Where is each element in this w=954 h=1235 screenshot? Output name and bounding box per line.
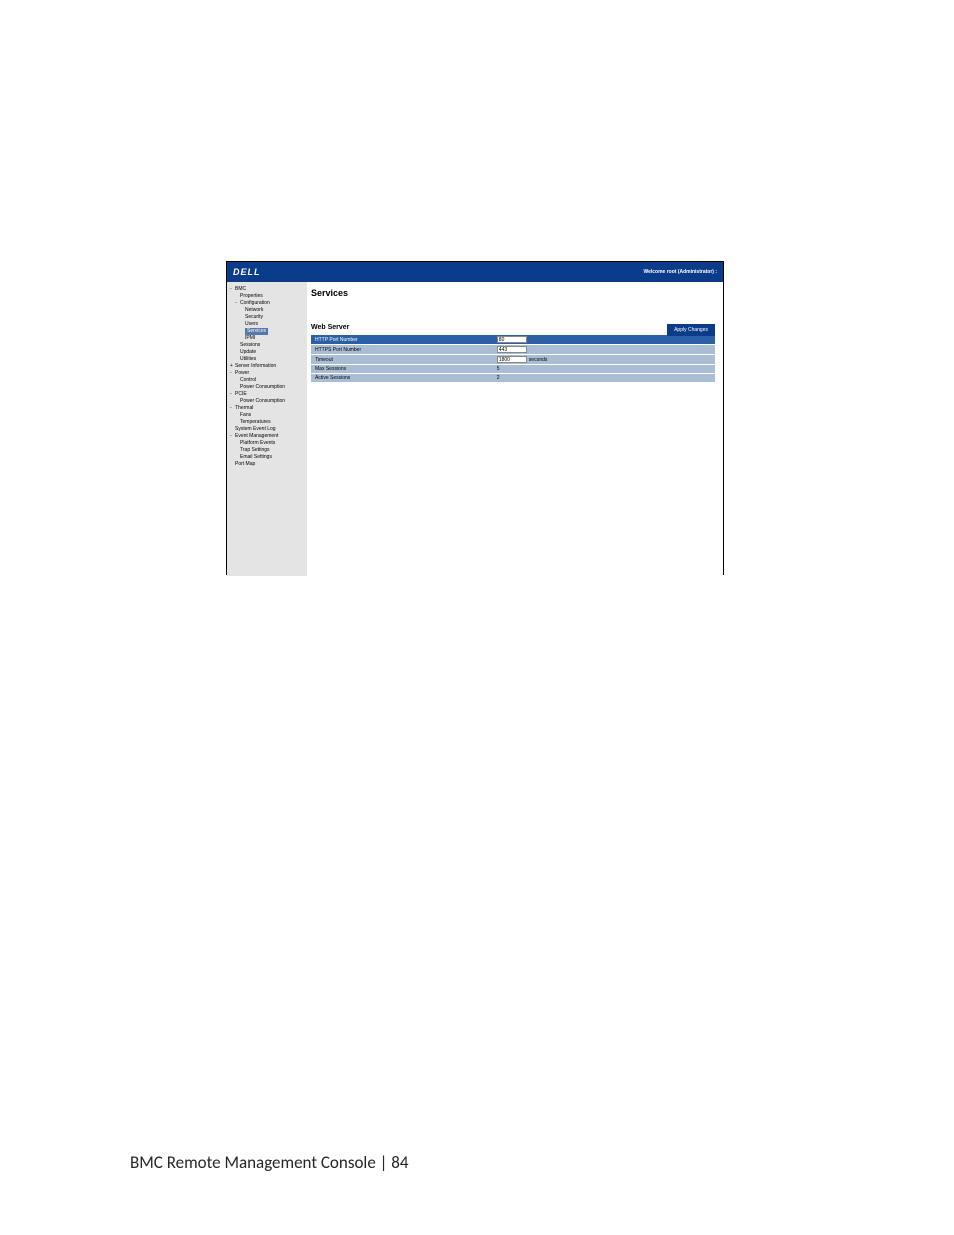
timeout-input[interactable] — [497, 356, 527, 363]
sidebar-item-label: System Event Log — [235, 426, 276, 432]
sidebar-item-email-settings[interactable]: Email Settings — [235, 454, 304, 461]
sidebar-item-label: Security — [245, 314, 263, 320]
sidebar-item-label: Power Consumption — [240, 398, 285, 404]
row-value: seconds — [493, 355, 715, 365]
main-content: Services Apply Changes Web Server HTTP P… — [307, 282, 723, 576]
http-port-number-input[interactable] — [497, 336, 527, 343]
sidebar-item-thermal[interactable]: -Thermal — [230, 405, 304, 412]
sidebar-item-label: Properties — [240, 293, 263, 299]
sidebar-item-label: Update — [240, 349, 256, 355]
row-value: 2 — [493, 374, 715, 383]
sidebar-item-utilities[interactable]: Utilities — [235, 356, 304, 363]
sidebar-item-label: Event Management — [235, 433, 278, 439]
sidebar-item-bmc[interactable]: -BMC — [230, 286, 304, 293]
sidebar-item-label: Platform Events — [240, 440, 275, 446]
sidebar-item-security[interactable]: Security — [240, 314, 304, 321]
sidebar-item-sessions[interactable]: Sessions — [235, 342, 304, 349]
row-label: Timeout — [311, 355, 493, 365]
table-row: Max Sessions5 — [311, 365, 715, 374]
sidebar-item-label: Trap Settings — [240, 447, 270, 453]
sidebar-item-configuration[interactable]: -Configuration — [235, 300, 304, 307]
sidebar-item-fans[interactable]: Fans — [235, 412, 304, 419]
sidebar-item-label: Temperatures — [240, 419, 271, 425]
sidebar-item-system-event-log[interactable]: System Event Log — [230, 426, 304, 433]
sidebar-item-platform-events[interactable]: Platform Events — [235, 440, 304, 447]
section-heading: Web Server — [311, 324, 715, 331]
sidebar-item-power-consumption[interactable]: Power Consumption — [235, 398, 304, 405]
https-port-number-input[interactable] — [497, 346, 527, 353]
sidebar-item-label: Network — [245, 307, 263, 313]
welcome-text: Welcome root (Administrator) : — [643, 269, 717, 275]
sidebar-item-label: Power — [235, 370, 249, 376]
sidebar-item-label: Server Information — [235, 363, 276, 369]
sidebar-item-trap-settings[interactable]: Trap Settings — [235, 447, 304, 454]
sidebar-item-label: Utilities — [240, 356, 256, 362]
page-footer: BMC Remote Management Console | 84 — [130, 1152, 409, 1173]
row-label: HTTP Port Number — [311, 335, 493, 345]
sidebar-item-label: Users — [245, 321, 258, 327]
sidebar-item-server-information[interactable]: +Server Information — [230, 363, 304, 370]
sidebar-item-properties[interactable]: Properties — [235, 293, 304, 300]
table-row: Active Sessions2 — [311, 374, 715, 383]
sidebar-item-pcie[interactable]: -PCIE — [230, 391, 304, 398]
apply-changes-button[interactable]: Apply Changes — [667, 324, 715, 336]
sidebar-item-label: Fans — [240, 412, 251, 418]
row-value — [493, 345, 715, 355]
settings-table: HTTP Port NumberHTTPS Port NumberTimeout… — [311, 335, 715, 383]
sidebar-item-services[interactable]: Services — [240, 328, 304, 335]
table-row: HTTP Port Number — [311, 335, 715, 345]
sidebar-item-label: BMC — [235, 286, 246, 292]
sidebar-item-port-map[interactable]: Port Map — [230, 461, 304, 468]
topbar: DELL Welcome root (Administrator) : — [227, 262, 723, 282]
sidebar-item-label: Configuration — [240, 300, 270, 306]
sidebar-item-label: Services — [245, 328, 268, 335]
bmc-console-screenshot: DELL Welcome root (Administrator) : -BMC… — [226, 261, 724, 575]
row-label: Max Sessions — [311, 365, 493, 374]
sidebar-item-power-consumption[interactable]: Power Consumption — [235, 384, 304, 391]
nav-sidebar: -BMCProperties-ConfigurationNetworkSecur… — [227, 282, 307, 576]
sidebar-item-label: Email Settings — [240, 454, 272, 460]
sidebar-item-event-management[interactable]: -Event Management — [230, 433, 304, 440]
sidebar-item-label: Control — [240, 377, 256, 383]
sidebar-item-ipmi[interactable]: IPMI — [240, 335, 304, 342]
row-label: HTTPS Port Number — [311, 345, 493, 355]
table-row: Timeout seconds — [311, 355, 715, 365]
sidebar-item-label: IPMI — [245, 335, 255, 341]
row-label: Active Sessions — [311, 374, 493, 383]
sidebar-item-label: Port Map — [235, 461, 255, 467]
sidebar-item-temperatures[interactable]: Temperatures — [235, 419, 304, 426]
sidebar-item-power[interactable]: -Power — [230, 370, 304, 377]
sidebar-item-label: PCIE — [235, 391, 247, 397]
page-title: Services — [311, 288, 715, 298]
sidebar-item-label: Sessions — [240, 342, 260, 348]
dell-logo: DELL — [233, 267, 261, 277]
row-value — [493, 335, 715, 345]
row-value: 5 — [493, 365, 715, 374]
sidebar-item-update[interactable]: Update — [235, 349, 304, 356]
unit-label: seconds — [529, 357, 548, 363]
sidebar-item-control[interactable]: Control — [235, 377, 304, 384]
sidebar-item-label: Thermal — [235, 405, 253, 411]
sidebar-item-users[interactable]: Users — [240, 321, 304, 328]
sidebar-item-label: Power Consumption — [240, 384, 285, 390]
table-row: HTTPS Port Number — [311, 345, 715, 355]
sidebar-item-network[interactable]: Network — [240, 307, 304, 314]
